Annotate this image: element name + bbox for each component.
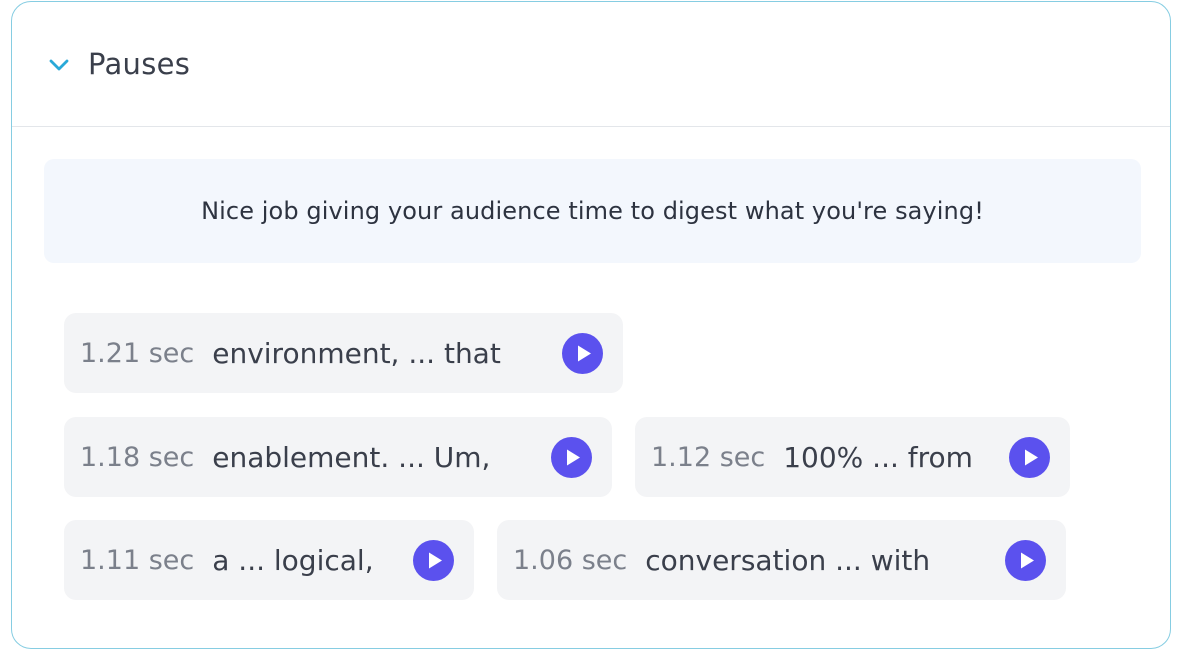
- pause-item: 1.18 sec enablement. ... Um,: [64, 417, 612, 497]
- pause-duration: 1.18 sec: [80, 441, 195, 473]
- pauses-section-header[interactable]: Pauses: [12, 2, 1170, 127]
- pause-context: environment, ... that: [212, 336, 501, 370]
- feedback-message: Nice job giving your audience time to di…: [201, 197, 984, 225]
- pause-duration: 1.11 sec: [80, 544, 195, 576]
- play-icon[interactable]: [551, 436, 592, 478]
- pause-context: 100% ... from: [783, 440, 973, 474]
- pause-context: a ... logical,: [212, 543, 374, 577]
- chevron-down-icon[interactable]: [47, 53, 71, 77]
- play-icon[interactable]: [1009, 436, 1050, 478]
- pause-item: 1.21 sec environment, ... that: [64, 313, 623, 393]
- pause-context: enablement. ... Um,: [212, 440, 491, 474]
- pause-item: 1.11 sec a ... logical,: [64, 520, 474, 600]
- play-icon[interactable]: [413, 539, 454, 581]
- pause-duration: 1.06 sec: [513, 544, 628, 576]
- pauses-card: Pauses Nice job giving your audience tim…: [11, 1, 1171, 649]
- feedback-banner: Nice job giving your audience time to di…: [44, 159, 1141, 263]
- pause-item: 1.12 sec 100% ... from: [635, 417, 1070, 497]
- pause-context: conversation ... with: [645, 543, 931, 577]
- play-icon[interactable]: [1005, 539, 1046, 581]
- section-title: Pauses: [88, 47, 191, 81]
- pause-item: 1.06 sec conversation ... with: [497, 520, 1066, 600]
- play-icon[interactable]: [562, 332, 603, 374]
- pause-duration: 1.12 sec: [651, 441, 766, 473]
- pause-duration: 1.21 sec: [80, 337, 195, 369]
